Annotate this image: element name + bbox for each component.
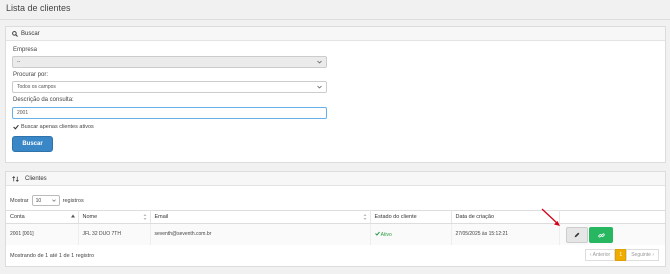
search-icon xyxy=(12,30,18,37)
active-only-label: Buscar apenas clientes ativos xyxy=(21,124,94,130)
chevron-down-icon xyxy=(317,60,322,64)
pagination-prev[interactable]: ‹ Anterior xyxy=(584,249,616,261)
chevron-down-icon xyxy=(317,85,322,89)
checkmark-icon xyxy=(13,124,19,130)
check-icon xyxy=(374,231,380,236)
empresa-select-value: -- xyxy=(17,59,21,65)
page-length-control: Mostrar 10 registros xyxy=(10,195,84,206)
empresa-label: Empresa xyxy=(13,47,38,53)
table-header-row: Conta Nome Email Estado do cliente Data … xyxy=(6,210,665,224)
clients-panel: Clientes Mostrar 10 registros Conta Nome… xyxy=(5,171,666,267)
pagination: ‹ Anterior 1 Seguinte › xyxy=(584,249,659,261)
search-button[interactable]: Buscar xyxy=(12,136,53,152)
procurar-select[interactable]: Todos os campos xyxy=(12,81,327,93)
descricao-input[interactable]: 2001 xyxy=(12,107,327,119)
search-panel-header: Buscar xyxy=(6,27,665,41)
procurar-label: Procurar por: xyxy=(13,72,49,78)
sort-both-icon xyxy=(143,214,146,220)
chevron-down-icon xyxy=(51,199,56,202)
empresa-select[interactable]: -- xyxy=(12,56,327,68)
table-info: Mostrando de 1 até 1 de 1 registro xyxy=(10,253,95,259)
page-title: Lista de clientes xyxy=(6,3,71,13)
sort-arrows-icon xyxy=(12,175,19,182)
procurar-select-value: Todos os campos xyxy=(17,84,56,90)
search-panel: Buscar Empresa -- Procurar por: Todos os… xyxy=(5,26,666,163)
red-arrow-annotation xyxy=(541,208,560,226)
pagination-current[interactable]: 1 xyxy=(615,249,627,261)
clients-panel-header: Clientes xyxy=(6,172,665,186)
show-prefix: Mostrar xyxy=(10,197,29,204)
descricao-label: Descrição da consulta: xyxy=(13,97,74,103)
clients-panel-title: Clientes xyxy=(25,175,47,182)
pagination-next[interactable]: Seguinte › xyxy=(626,249,659,261)
search-panel-title: Buscar xyxy=(21,30,40,37)
status-badge: Ativo xyxy=(380,231,392,238)
access-button[interactable] xyxy=(589,227,613,243)
cell-conta: 2001 [001] xyxy=(6,223,79,245)
show-suffix: registros xyxy=(62,197,84,204)
sort-asc-icon xyxy=(70,214,75,218)
edit-button[interactable] xyxy=(566,227,588,243)
pencil-icon xyxy=(574,232,580,238)
page-length-value: 10 xyxy=(35,197,42,204)
cell-email: seventh@seventh.com.br xyxy=(150,223,371,245)
cell-nome: JFL 32 DUO 7TH xyxy=(78,223,151,245)
column-header-estado[interactable]: Estado do cliente xyxy=(370,210,452,224)
column-header-conta[interactable]: Conta xyxy=(6,210,79,224)
sort-both-icon xyxy=(363,214,366,220)
title-divider xyxy=(0,19,670,20)
link-icon xyxy=(597,233,605,237)
column-header-nome[interactable]: Nome xyxy=(78,210,151,224)
cell-estado: Ativo xyxy=(370,223,452,245)
column-header-actions xyxy=(559,210,665,224)
page-length-select[interactable]: 10 xyxy=(31,195,60,206)
descricao-input-value: 2001 xyxy=(17,110,29,116)
active-only-checkbox[interactable]: Buscar apenas clientes ativos xyxy=(13,124,94,130)
column-header-email[interactable]: Email xyxy=(150,210,371,224)
